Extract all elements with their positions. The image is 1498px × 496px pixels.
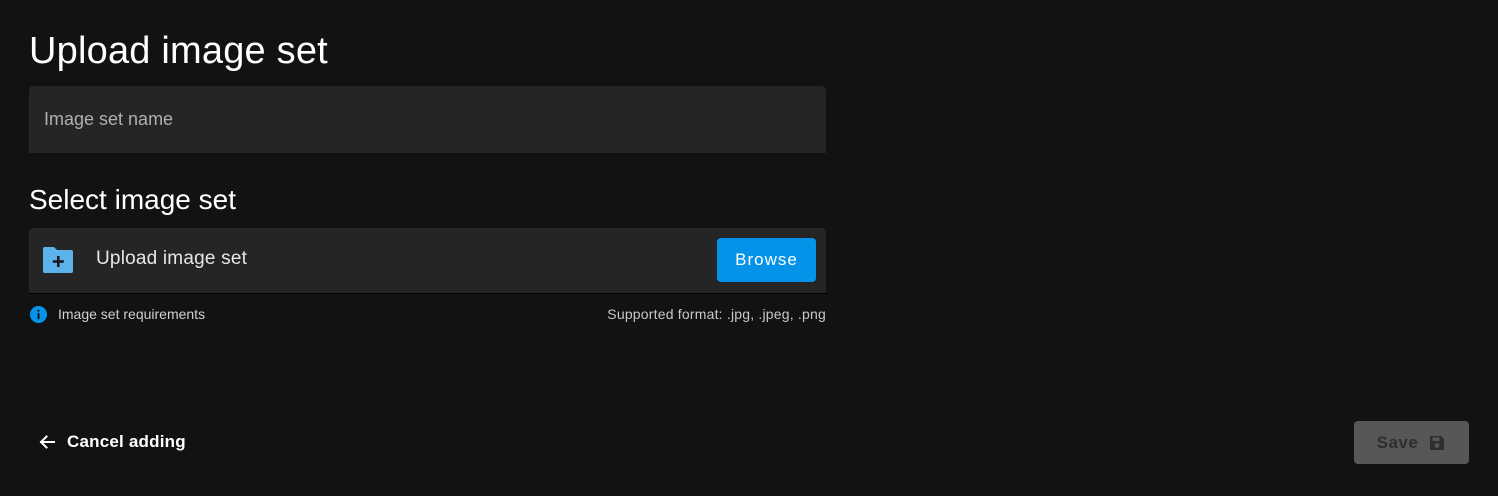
browse-button[interactable]: Browse — [717, 238, 816, 282]
image-set-name-field[interactable] — [29, 86, 826, 153]
folder-plus-icon — [43, 247, 73, 273]
cancel-adding-button[interactable]: Cancel adding — [29, 424, 194, 460]
upload-dropzone[interactable]: Upload image set Browse — [29, 228, 826, 294]
image-set-name-input[interactable] — [29, 86, 826, 153]
supported-formats-text: Supported format: .jpg, .jpeg, .png — [607, 306, 826, 322]
image-set-requirements-link[interactable]: Image set requirements — [29, 304, 205, 324]
select-image-set-heading: Select image set — [29, 184, 236, 215]
info-icon — [29, 305, 48, 323]
upload-image-set-page: Upload image set Select image set Upload… — [0, 0, 1498, 496]
arrow-left-icon — [39, 435, 55, 449]
floppy-disk-icon — [1430, 435, 1445, 450]
requirements-label: Image set requirements — [58, 306, 206, 322]
save-button[interactable]: Save — [1354, 421, 1469, 464]
save-label: Save — [1376, 432, 1419, 452]
page-title: Upload image set — [29, 30, 328, 72]
upload-label: Upload image set — [96, 248, 248, 269]
cancel-label: Cancel adding — [67, 432, 186, 451]
